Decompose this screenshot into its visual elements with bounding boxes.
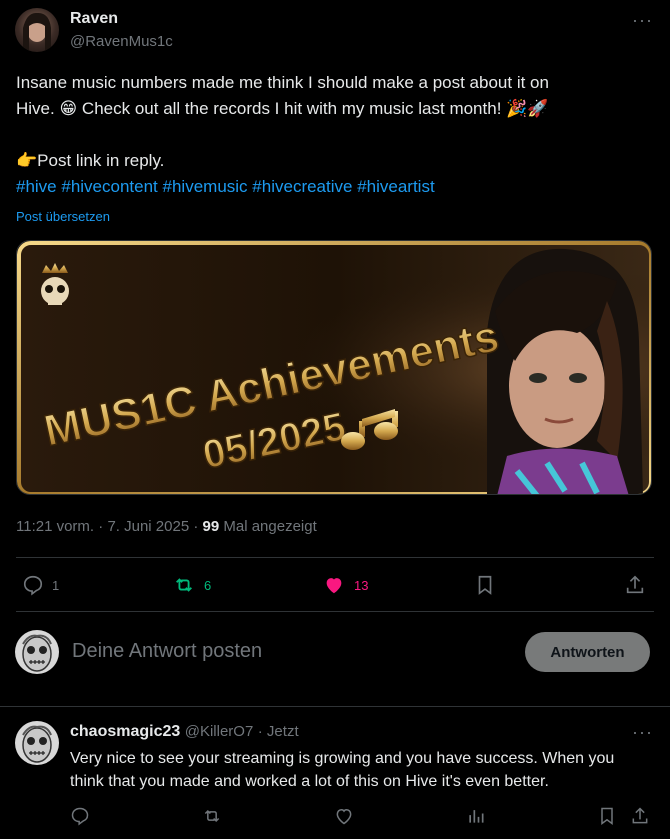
reply-action[interactable]: 1 bbox=[22, 574, 59, 596]
hashtag-hivecreative[interactable]: #hivecreative bbox=[252, 177, 352, 196]
repost-icon bbox=[204, 809, 220, 823]
post-text: Insane music numbers made me think I sho… bbox=[16, 70, 656, 200]
reply-header: chaosmagic23 @KillerO7 · Jetzt bbox=[70, 723, 299, 741]
reply-author-avatar[interactable] bbox=[15, 721, 59, 765]
reply-input[interactable]: Deine Antwort posten bbox=[72, 640, 262, 663]
author-avatar[interactable] bbox=[15, 8, 59, 52]
like-action[interactable]: 13 bbox=[322, 574, 368, 596]
hashtag-hivecontent[interactable]: #hivecontent bbox=[61, 177, 157, 196]
reply-share-button[interactable] bbox=[630, 805, 650, 827]
reply-author-name[interactable]: chaosmagic23 bbox=[70, 723, 180, 740]
reply-like-button[interactable] bbox=[333, 806, 355, 826]
share-icon bbox=[626, 575, 644, 594]
meta-separator: · bbox=[193, 518, 199, 535]
more-options-icon[interactable]: ··· bbox=[632, 10, 653, 31]
hashtag-hive[interactable]: #hive bbox=[16, 177, 57, 196]
author-handle[interactable]: @RavenMus1c bbox=[70, 33, 173, 50]
bookmark-icon bbox=[601, 807, 613, 825]
hashtag-hivemusic[interactable]: #hivemusic bbox=[163, 177, 248, 196]
share-icon bbox=[632, 807, 648, 824]
hashtag-line: #hive #hivecontent #hivemusic #hivecreat… bbox=[16, 174, 656, 200]
reply-text: Very nice to see your streaming is growi… bbox=[70, 747, 660, 793]
zombie-avatar-image bbox=[22, 634, 52, 672]
reply-time[interactable]: · Jetzt bbox=[258, 723, 299, 740]
post-link-line: 👉Post link in reply. bbox=[16, 148, 656, 174]
reply-submit-button[interactable]: Antworten bbox=[525, 632, 650, 672]
reply-more-options-icon[interactable]: ··· bbox=[632, 722, 653, 743]
zombie-avatar-image bbox=[22, 725, 52, 763]
reply-icon bbox=[71, 807, 89, 826]
grin-emoji: 😁 bbox=[59, 99, 78, 118]
author-avatar-image bbox=[23, 12, 51, 52]
post-date[interactable]: 7. Juni 2025 bbox=[107, 518, 189, 535]
rocket-emoji: 🚀 bbox=[527, 99, 549, 118]
heart-filled-icon bbox=[326, 578, 342, 594]
heart-icon bbox=[336, 808, 352, 825]
translate-post-link[interactable]: Post übersetzen bbox=[16, 209, 110, 224]
share-button[interactable] bbox=[624, 573, 646, 597]
reply-repost-button[interactable] bbox=[201, 806, 223, 826]
divider bbox=[16, 611, 654, 612]
divider bbox=[0, 706, 670, 707]
repost-icon bbox=[176, 578, 192, 592]
post-time[interactable]: 11:21 vorm. bbox=[16, 518, 94, 535]
pointing-emoji: 👉 bbox=[16, 151, 38, 170]
views-count: 99 bbox=[202, 518, 220, 535]
portrait-figure bbox=[487, 248, 643, 494]
analytics-icon bbox=[469, 810, 484, 823]
music-achievements-banner: MUS1C Achievements 05/2025 bbox=[17, 241, 651, 494]
reply-views-button[interactable] bbox=[466, 806, 486, 826]
post-link-text: Post link in reply. bbox=[37, 151, 165, 170]
repost-action[interactable]: 6 bbox=[172, 574, 211, 596]
bookmark-icon bbox=[478, 575, 492, 595]
like-count: 13 bbox=[354, 577, 369, 593]
my-avatar[interactable] bbox=[15, 630, 59, 674]
reply-author-handle[interactable]: @KillerO7 bbox=[185, 723, 254, 740]
repost-count: 6 bbox=[204, 577, 212, 593]
reply-text-line1: Very nice to see your streaming is growi… bbox=[70, 750, 615, 767]
hashtag-hiveartist[interactable]: #hiveartist bbox=[357, 177, 434, 196]
bookmark-button[interactable] bbox=[474, 573, 496, 597]
post-text-segment: Check out all the records I hit with my … bbox=[77, 99, 507, 118]
post-text-line2: Hive. 😁 Check out all the records I hit … bbox=[16, 96, 656, 122]
post-text-line1: Insane music numbers made me think I sho… bbox=[16, 73, 549, 92]
reply-bookmark-button[interactable] bbox=[597, 805, 617, 827]
reply-text-line2: think that you made and worked a lot of … bbox=[70, 773, 549, 790]
reply-count: 1 bbox=[52, 577, 60, 593]
views-label: Mal angezeigt bbox=[223, 518, 317, 535]
party-emoji: 🎉 bbox=[506, 99, 528, 118]
divider bbox=[16, 557, 654, 558]
post-media-image[interactable]: MUS1C Achievements 05/2025 bbox=[16, 240, 652, 495]
post-text-segment: Hive. bbox=[16, 99, 60, 118]
reply-reply-button[interactable] bbox=[70, 806, 90, 826]
reply-icon bbox=[23, 575, 43, 596]
crown-skull-icon bbox=[41, 263, 69, 305]
post-meta: 11:21 vorm. · 7. Juni 2025 · 99 Mal ange… bbox=[16, 518, 317, 535]
meta-separator: · bbox=[98, 518, 104, 535]
author-name[interactable]: Raven bbox=[70, 10, 118, 28]
